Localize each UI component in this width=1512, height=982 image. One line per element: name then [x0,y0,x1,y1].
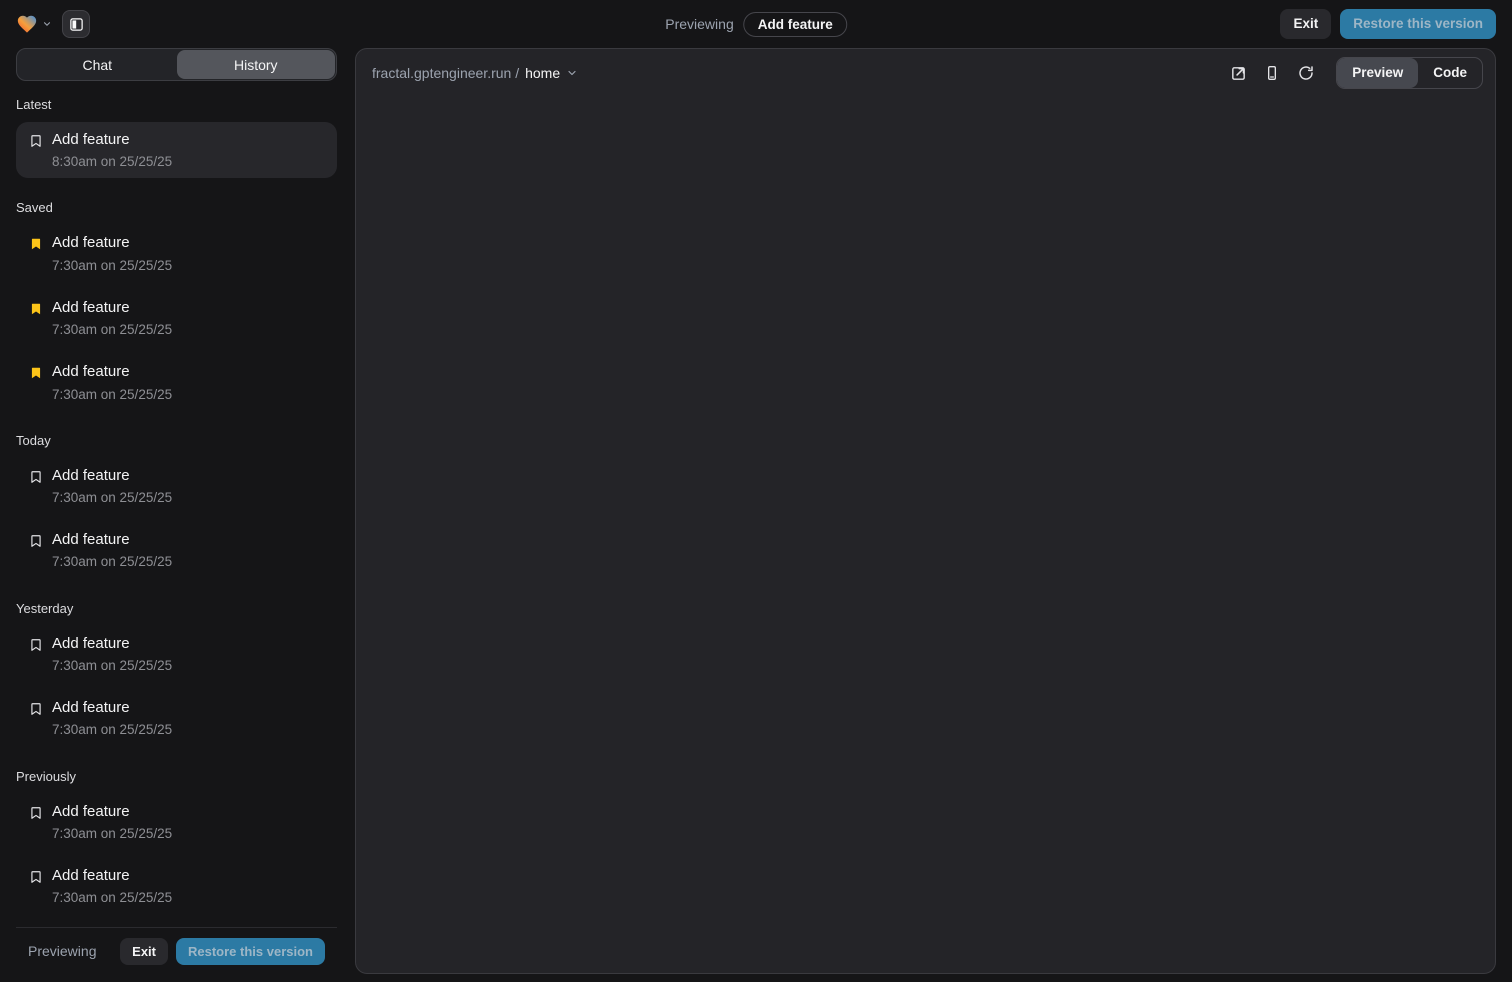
sidebar-tab-switcher: Chat History [16,48,337,81]
history-item[interactable]: Add feature 7:30am on 25/25/25 [16,290,337,346]
bookmark-outline-icon [28,133,44,149]
history-item-title: Add feature [52,362,172,382]
bookmark-filled-icon [28,365,44,381]
preview-panel-header: fractal.gptengineer.run / home [356,49,1495,97]
history-item[interactable]: Add feature 7:30am on 25/25/25 [16,458,337,514]
tab-preview[interactable]: Preview [1337,58,1418,88]
tab-code[interactable]: Code [1418,58,1482,88]
sidebar-toggle-button[interactable] [62,10,90,38]
history-item-time: 7:30am on 25/25/25 [52,258,172,274]
previewing-status-label: Previewing [665,16,733,32]
heart-logo-icon [16,13,38,35]
history-item-title: Add feature [52,866,172,886]
section-label: Latest [16,97,337,112]
mobile-preview-icon [1264,65,1280,81]
restore-version-button[interactable]: Restore this version [1340,9,1496,39]
bookmark-filled-icon [28,236,44,252]
app-logo-menu[interactable] [16,13,52,35]
mobile-preview-button[interactable] [1258,59,1286,87]
history-item-title: Add feature [52,634,172,654]
previewing-status-label: Previewing [28,943,96,959]
history-item[interactable]: Add feature 7:30am on 25/25/25 [16,690,337,746]
exit-button[interactable]: Exit [120,938,168,965]
history-sections: Latest Add feature 8:30am on 25/25/25 Saved… [16,81,337,927]
history-item-title: Add feature [52,298,172,318]
history-item-time: 7:30am on 25/25/25 [52,387,172,403]
restore-version-button[interactable]: Restore this version [176,938,325,965]
history-item-time: 7:30am on 25/25/25 [52,722,172,738]
history-item-time: 7:30am on 25/25/25 [52,658,172,674]
history-item-title: Add feature [52,466,172,486]
bookmark-outline-icon [28,805,44,821]
history-item-time: 7:30am on 25/25/25 [52,322,172,338]
preview-url-selector[interactable]: fractal.gptengineer.run / home [372,65,578,81]
history-item[interactable]: Add feature 7:30am on 25/25/25 [16,522,337,578]
history-item-time: 7:30am on 25/25/25 [52,890,172,906]
panel-left-icon [69,17,84,32]
bookmark-outline-icon [28,869,44,885]
section-label: Previously [16,769,337,784]
history-item[interactable]: Add feature 7:30am on 25/25/25 [16,794,337,850]
history-sidebar: Chat History Latest Add feature 8:30am on … [16,48,337,974]
topbar: Previewing Add feature Exit Restore this… [0,0,1512,48]
history-item[interactable]: Add feature 7:30am on 25/25/25 [16,858,337,914]
history-item-time: 8:30am on 25/25/25 [52,154,172,170]
section-label: Today [16,433,337,448]
refresh-button[interactable] [1292,59,1320,87]
preview-viewport [356,97,1495,973]
preview-panel: fractal.gptengineer.run / home [355,48,1496,974]
history-item-title: Add feature [52,698,172,718]
history-item[interactable]: Add feature 7:30am on 25/25/25 [16,354,337,410]
history-item[interactable]: Add feature 8:30am on 25/25/25 [16,122,337,178]
bookmark-outline-icon [28,469,44,485]
history-item-time: 7:30am on 25/25/25 [52,554,172,570]
preview-code-switcher: Preview Code [1336,57,1483,89]
refresh-icon [1298,65,1314,81]
sidebar-footer: Previewing Exit Restore this version [16,927,337,974]
tab-chat[interactable]: Chat [18,50,177,79]
preview-url-page: home [525,65,560,81]
bookmark-outline-icon [28,637,44,653]
history-item-title: Add feature [52,130,172,150]
section-label: Yesterday [16,601,337,616]
history-item-title: Add feature [52,233,172,253]
history-item[interactable]: Add feature 7:30am on 25/25/25 [16,225,337,281]
chevron-down-icon [42,19,52,29]
bookmark-outline-icon [28,701,44,717]
preview-url-prefix: fractal.gptengineer.run / [372,65,519,81]
chevron-down-icon [566,67,578,79]
open-in-new-tab-icon [1230,65,1247,82]
history-item-time: 7:30am on 25/25/25 [52,490,172,506]
history-item-title: Add feature [52,530,172,550]
history-item-time: 7:30am on 25/25/25 [52,826,172,842]
bookmark-outline-icon [28,533,44,549]
section-label: Saved [16,200,337,215]
bookmark-filled-icon [28,301,44,317]
history-item-title: Add feature [52,802,172,822]
version-badge: Add feature [744,12,847,37]
open-in-new-tab-button[interactable] [1224,59,1252,87]
history-item[interactable]: Add feature 7:30am on 25/25/25 [16,626,337,682]
tab-history[interactable]: History [177,50,336,79]
exit-button[interactable]: Exit [1280,9,1331,39]
